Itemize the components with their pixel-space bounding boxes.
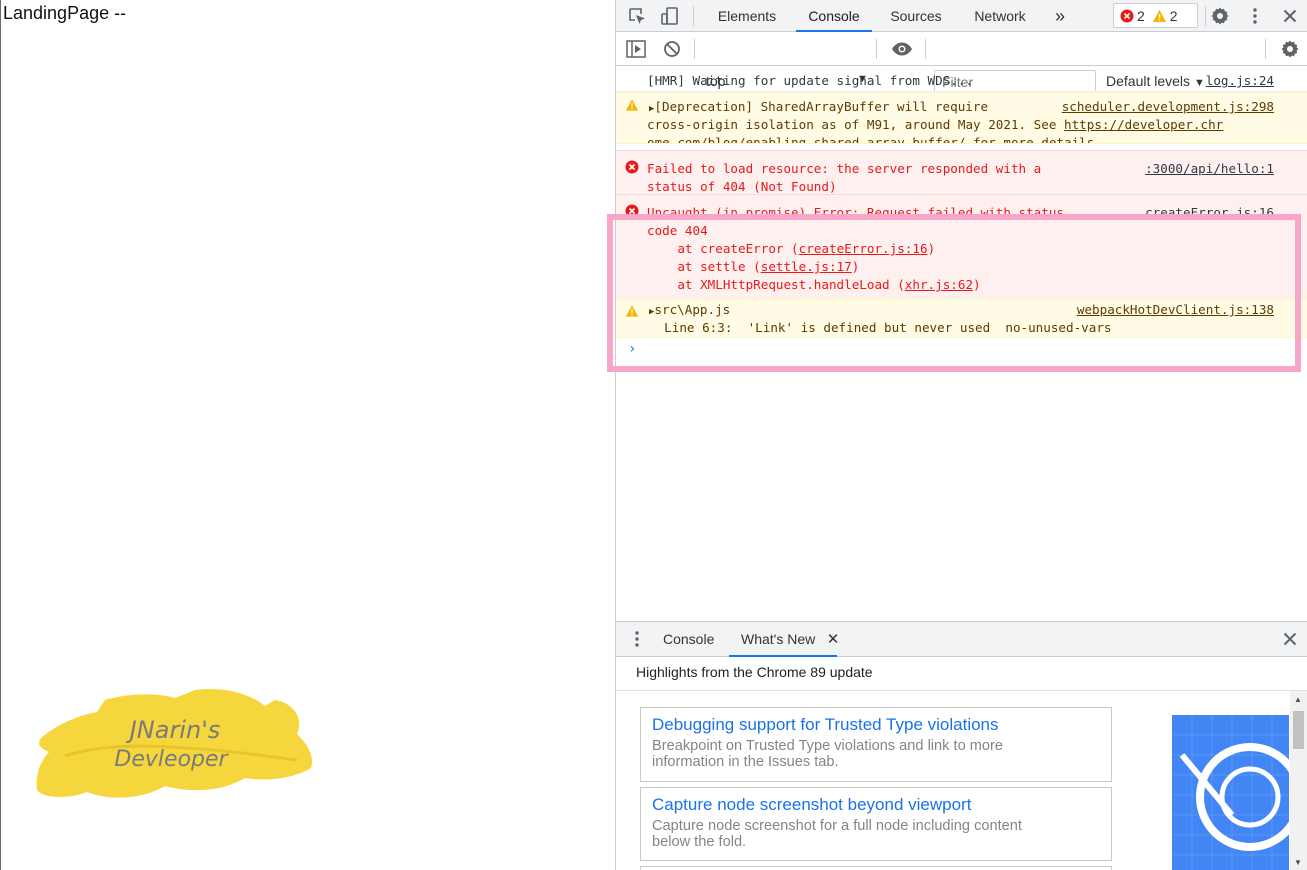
stack-frame-link[interactable]: xhr.js:62 [905,277,973,292]
tab-sources[interactable]: Sources [884,0,948,32]
error-icon [625,204,639,218]
message-text: Failed to load resource: the server resp… [647,161,1042,176]
stack-frame: at createError (createError.js:16) [647,241,936,256]
message-text: Uncaught (in promise) Error: Request fai… [647,205,1065,220]
issue-counts[interactable]: 2 2 [1113,3,1198,28]
feature-card-description: Breakpoint on Trusted Type violations an… [652,738,1003,754]
warning-count: 2 [1169,7,1178,24]
scroll-up-icon[interactable]: ▲ [1294,695,1302,704]
feature-card-title[interactable]: Debugging support for Trusted Type viola… [652,714,1101,736]
live-expression-eye-icon[interactable] [890,39,914,59]
deprecation-link-cont[interactable]: ome.com/blog/enabling-shared-array-buffe… [647,134,1102,143]
developer-logo: JNarin's Devleoper [35,686,315,804]
error-count-badge: 2 [1120,8,1145,24]
settings-gear-icon[interactable] [1208,4,1232,28]
stack-frame: at XMLHttpRequest.handleLoad (xhr.js:62) [647,277,981,292]
inspect-element-icon[interactable] [626,5,648,27]
feature-card-title[interactable]: Capture node screenshot beyond viewport [652,794,1101,816]
device-toolbar-icon[interactable] [659,5,681,27]
stack-frame-link[interactable]: createError.js:16 [799,241,928,256]
console-settings-gear-icon[interactable] [1278,38,1302,60]
message-text-line-2: cross-origin isolation as of M91, around… [647,117,1224,132]
web-page: LandingPage -- JNarin's Devleoper [0,0,615,870]
message-text: [HMR] Waiting for update signal from WDS… [647,73,974,88]
show-sidebar-icon[interactable] [625,39,647,59]
feature-card-description: Capture node screenshot for a full node … [652,818,1022,834]
message-text-line-2: code 404 [647,223,708,238]
whats-new-heading: Highlights from the Chrome 89 update [636,664,873,680]
source-link[interactable]: createError.js:16 [1145,204,1274,222]
toolbar-divider [1265,39,1266,59]
error-icon [625,160,639,174]
devtools-panel: Elements Console Sources Network » 2 2 t… [607,0,1307,870]
warning-icon [1152,9,1166,22]
tab-console[interactable]: Console [796,0,872,32]
error-count: 2 [1137,7,1145,24]
error-icon [1120,9,1134,22]
drawer-tabbar: Console What's New ✕ [616,621,1307,657]
console-messages: [HMR] Waiting for update signal from WDS… [607,68,1307,620]
console-message-warning: ▶[Deprecation] SharedArrayBuffer will re… [616,92,1307,144]
divider [616,690,1307,691]
scroll-down-icon[interactable]: ▼ [1294,858,1302,867]
close-drawer-icon[interactable] [1279,628,1301,650]
logo-line-1: JNarin's [126,716,221,744]
source-link[interactable]: log.js:24 [1206,72,1274,90]
deprecation-link[interactable]: https://developer.chr [1064,117,1223,132]
feature-card[interactable]: Capture node screenshot beyond viewport … [640,787,1112,861]
toolbar-divider [1205,6,1206,26]
warning-icon [625,305,639,317]
warning-count-badge: 2 [1152,8,1178,24]
stack-frame: at settle (settle.js:17) [647,259,860,274]
scrollbar[interactable]: ▲ ▼ [1290,691,1307,870]
console-prompt[interactable]: › [628,340,636,358]
tab-network[interactable]: Network [966,0,1034,32]
feature-thumbnail-image [1172,715,1289,870]
tab-elements[interactable]: Elements [713,0,781,32]
message-text: src\App.js [654,302,731,317]
feature-card-description-2: information in the Issues tab. [652,754,839,770]
console-message-log: [HMR] Waiting for update signal from WDS… [616,68,1307,92]
scrollbar-thumb[interactable] [1293,711,1304,749]
console-message-warning: ▶src\App.js webpackHotDevClient.js:138 L… [616,298,1307,338]
close-devtools-icon[interactable] [1278,4,1302,28]
message-text-line-2: Line 6:3: 'Link' is defined but never us… [649,320,1112,335]
kebab-menu-icon[interactable] [1243,4,1267,28]
expand-warning-message[interactable]: ▶[Deprecation] SharedArrayBuffer will re… [649,98,988,118]
drawer-tab-whats-new[interactable]: What's New [728,622,838,657]
toolbar-divider [694,39,695,59]
stack-frame-link[interactable]: settle.js:17 [761,259,852,274]
chevron-double-right-icon[interactable]: » [1050,5,1070,27]
toolbar-divider [876,39,877,59]
logo-line-2: Devleoper [114,747,229,772]
feature-card[interactable] [640,866,1112,870]
toolbar-divider [925,39,926,59]
expand-warning-message[interactable]: ▶src\App.js [649,301,730,321]
close-tab-icon[interactable]: ✕ [825,630,841,648]
landing-page-text: LandingPage -- [3,3,127,23]
clear-console-icon[interactable] [661,39,683,59]
source-link[interactable]: webpackHotDevClient.js:138 [1077,301,1274,319]
toolbar-divider [693,6,694,26]
console-message-error: Failed to load resource: the server resp… [616,150,1307,194]
console-message-error: Uncaught (in promise) Error: Request fai… [616,194,1307,298]
console-toolbar: top ▼ Filter Default levels ▼ [616,32,1307,94]
source-link[interactable]: :3000/api/hello:1 [1145,160,1274,178]
drawer-menu-icon[interactable] [630,628,644,650]
warning-icon [625,99,639,111]
feature-card-description-2: below the fold. [652,834,747,850]
feature-card[interactable]: Debugging support for Trusted Type viola… [640,707,1112,782]
devtools-main-toolbar: Elements Console Sources Network » 2 2 [616,0,1307,32]
whats-new-panel: Highlights from the Chrome 89 update Deb… [616,657,1307,870]
source-link[interactable]: scheduler.development.js:298 [1062,98,1274,116]
message-text: [Deprecation] SharedArrayBuffer will req… [654,99,989,114]
drawer-tab-console[interactable]: Console [663,622,714,656]
